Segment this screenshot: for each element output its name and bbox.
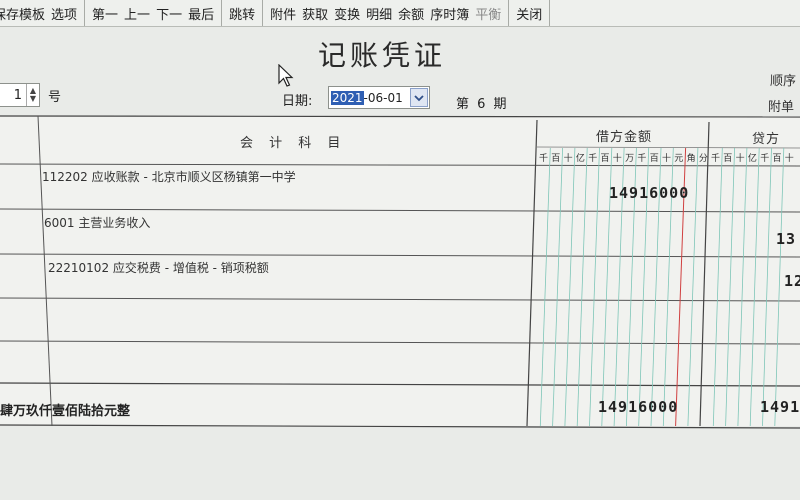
credit-digit-unit: 十: [735, 154, 745, 164]
debit-column-header: 借方金额: [596, 130, 653, 145]
total-amount-in-words: 肆万玖仟壹佰陆拾元整: [0, 404, 131, 419]
debit-digit-unit: 分: [698, 154, 708, 164]
debit-digit-unit: 千: [539, 154, 549, 164]
credit-digit-unit: 千: [760, 154, 770, 164]
row-2-credit-amount[interactable]: 13: [776, 230, 796, 248]
credit-digit-unit: 亿: [747, 154, 757, 164]
debit-digit-unit: 十: [563, 154, 573, 164]
total-debit-amount: 14916000: [598, 398, 679, 416]
debit-digit-unit: 千: [588, 154, 598, 164]
debit-digit-unit: 十: [662, 154, 672, 164]
credit-column-header: 贷方: [752, 132, 781, 147]
debit-digit-unit: 亿: [575, 154, 585, 164]
voucher-grid: [0, 115, 800, 429]
row-1-debit-amount[interactable]: 14916000: [609, 184, 689, 202]
row-1-subject[interactable]: 112202 应收账款 - 北京市顺义区杨镇第一中学: [42, 168, 296, 185]
debit-digit-unit: 万: [625, 154, 635, 164]
total-credit-amount: 1491: [760, 398, 800, 416]
subject-column-header: 会 计 科 目: [240, 136, 347, 151]
debit-digit-unit: 十: [612, 154, 622, 164]
credit-digit-unit: 百: [772, 154, 782, 164]
debit-digit-unit: 千: [637, 154, 647, 164]
debit-digit-unit: 百: [649, 154, 659, 164]
row-3-subject[interactable]: 22210102 应交税费 - 增值税 - 销项税额: [48, 259, 269, 276]
row-2-subject[interactable]: 6001 主营业务收入: [44, 214, 150, 231]
debit-digit-unit: 百: [551, 154, 561, 164]
debit-digit-unit: 角: [686, 154, 696, 164]
credit-digit-unit: 千: [711, 154, 721, 164]
debit-digit-unit: 百: [600, 154, 610, 164]
row-3-credit-amount[interactable]: 12: [784, 272, 800, 290]
credit-digit-unit: 百: [723, 154, 733, 164]
credit-digit-unit: 十: [784, 154, 794, 164]
debit-digit-unit: 元: [674, 154, 684, 164]
